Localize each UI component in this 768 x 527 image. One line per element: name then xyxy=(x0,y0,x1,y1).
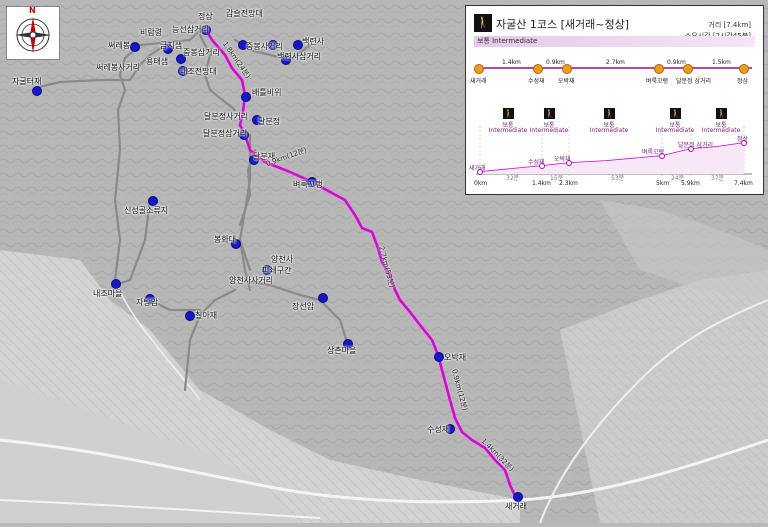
place-label: 백련사삼거리 xyxy=(277,52,322,61)
segment-time: 53분 xyxy=(611,175,625,182)
place-dot[interactable] xyxy=(241,92,251,102)
stop-name: 벼룩꼬랭 xyxy=(646,78,669,85)
place-label: 금지샘 xyxy=(160,41,183,50)
place-label: 달분정삼거리 xyxy=(203,129,248,138)
place-dot[interactable] xyxy=(434,352,444,362)
profile-point: 새거래 xyxy=(469,165,486,172)
place-label: 중봉삼거리 xyxy=(183,48,220,57)
place-label: 신성골소류지 xyxy=(124,206,169,215)
place-label: 양천사 xyxy=(271,255,294,264)
segment-time: 32분 xyxy=(506,175,520,182)
place-label: 백련사 xyxy=(302,37,325,46)
segment-distance: 2.7km xyxy=(606,59,625,66)
place-label: 달분정사거리 xyxy=(204,112,249,121)
place-label: 피쇄구간 xyxy=(262,266,292,275)
place-label: 갑슬전망대 xyxy=(226,9,263,18)
place-label: 벼룩꼬랭 xyxy=(293,180,323,189)
course-stop xyxy=(533,64,543,74)
badge-level-en: Intermediate xyxy=(701,127,741,134)
segment-time: 15분 xyxy=(550,175,564,182)
place-dot[interactable] xyxy=(185,311,195,321)
place-label: 자굴터재 xyxy=(12,77,42,86)
profile-point: 벼룩꼬랭 xyxy=(642,149,665,156)
profile-point: 수성재 xyxy=(528,159,545,166)
place-label: 비람령 xyxy=(140,28,163,37)
place-label: 용태샘 xyxy=(146,57,169,66)
place-label: 양천사사거리 xyxy=(229,276,274,285)
compass-north-label: N xyxy=(29,6,36,15)
profile-point: 오박재 xyxy=(554,156,571,163)
place-dot[interactable] xyxy=(513,492,523,502)
hiker-icon: 🚶 xyxy=(604,108,615,119)
place-label: 자방암 xyxy=(136,298,159,307)
place-label: 장선암 xyxy=(292,302,315,311)
place-label: 배틀비위 xyxy=(252,88,282,97)
place-label: 써레봉 xyxy=(108,41,131,50)
segment-distance: 1.5km xyxy=(712,59,731,66)
segment-distance: 0.9km xyxy=(667,59,686,66)
place-label: 정상 xyxy=(198,12,213,21)
axis-tick: 7.4km xyxy=(734,180,753,187)
place-label: 오박재 xyxy=(444,353,467,362)
course-stop xyxy=(474,64,484,74)
profile-point: 정상 xyxy=(737,136,749,143)
course-info-panel: 🚶 자굴산 1코스 [새거래~정상] 거리 [7.4km] 소요시간 [2시간4… xyxy=(465,5,764,195)
segment-distance: 1.4km xyxy=(502,59,521,66)
place-dot[interactable] xyxy=(318,293,328,303)
stop-name: 정상 xyxy=(737,78,749,85)
panel-graphics xyxy=(476,67,752,178)
axis-tick: 5km xyxy=(656,180,670,187)
segment-time: 24분 xyxy=(671,175,685,182)
compass-rose: N xyxy=(6,6,60,60)
place-label: 중봉사거리 xyxy=(246,42,283,51)
course-stop xyxy=(654,64,664,74)
place-label: 수성재 xyxy=(427,425,450,434)
hiker-icon: 🚶 xyxy=(544,108,555,119)
place-label: 써레봉사거리 xyxy=(96,63,141,72)
place-dot[interactable] xyxy=(32,86,42,96)
place-dot[interactable] xyxy=(130,42,140,52)
badge-level-en: Intermediate xyxy=(529,127,569,134)
place-label: 상촌마을 xyxy=(327,346,357,355)
segment-time: 37분 xyxy=(711,175,725,182)
place-dot[interactable] xyxy=(111,279,121,289)
place-label: 봉화대 xyxy=(214,235,237,244)
course-stop xyxy=(683,64,693,74)
place-label: 칠아재 xyxy=(195,311,218,320)
axis-tick: 1.4km xyxy=(532,180,551,187)
axis-tick: 0km xyxy=(474,180,488,187)
place-label: 내조마을 xyxy=(93,289,123,298)
badge-level-en: Intermediate xyxy=(488,127,528,134)
topographic-map[interactable]: 갑슬전망대 능선삼거리 비람령 써레봉 정상 금지샘 중봉삼거리 중봉사거리 백… xyxy=(0,0,768,524)
place-label: 내조전망대 xyxy=(180,67,217,76)
stop-name: 오박재 xyxy=(558,78,575,85)
place-dot[interactable] xyxy=(148,196,158,206)
stop-name: 수성재 xyxy=(528,78,545,85)
place-label: 달분정 xyxy=(258,117,281,126)
place-label: 새거래 xyxy=(505,502,528,511)
course-stop xyxy=(562,64,572,74)
badge-level-en: Intermediate xyxy=(589,127,629,134)
hiker-icon: 🚶 xyxy=(716,108,727,119)
profile-point: 달분정 삼거리 xyxy=(678,142,714,149)
hiker-icon: 🚶 xyxy=(503,108,514,119)
hiker-icon: 🚶 xyxy=(670,108,681,119)
badge-level-en: Intermediate xyxy=(655,127,695,134)
stop-name: 새거래 xyxy=(470,78,487,85)
course-stop xyxy=(739,64,749,74)
segment-distance: 0.9km xyxy=(546,59,565,66)
stop-name: 달분정 삼거리 xyxy=(676,78,712,85)
place-label: 능선삼거리 xyxy=(172,25,209,34)
